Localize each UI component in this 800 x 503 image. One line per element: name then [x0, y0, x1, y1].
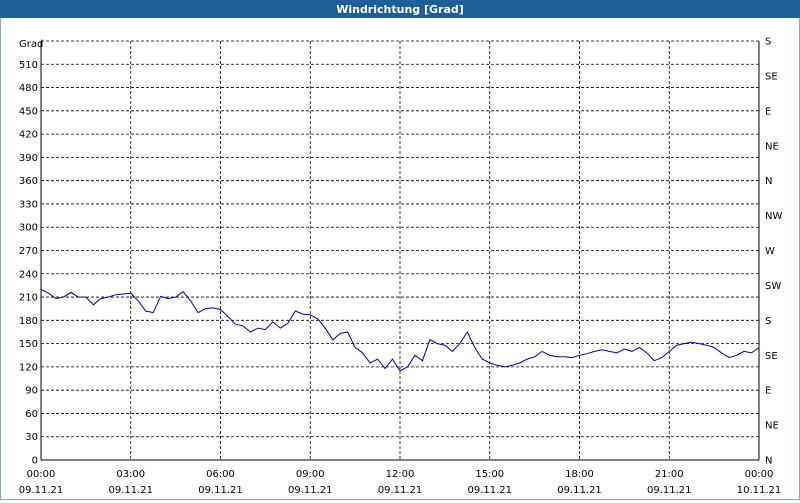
y-axis-title: Grad	[19, 39, 43, 50]
x-tick-date: 09.11.21	[467, 485, 512, 496]
x-tick-date: 09.11.21	[378, 485, 423, 496]
chart-title: Windrichtung [Grad]	[0, 0, 800, 18]
y-tick-label: 240	[19, 269, 38, 280]
x-tick-time: 15:00	[475, 469, 504, 480]
y-tick-label: 480	[19, 83, 38, 94]
compass-label: SE	[765, 71, 778, 82]
compass-label: NW	[765, 211, 782, 222]
compass-label: SE	[765, 351, 778, 362]
x-tick-time: 09:00	[296, 469, 325, 480]
y-tick-label: 30	[25, 432, 38, 443]
y-tick-label: 180	[19, 316, 38, 327]
y-tick-label: 360	[19, 176, 38, 187]
x-axis-labels: 00:00 09.11.21 03:00 09.11.21 06:00 09.11.21 0…	[19, 469, 782, 496]
y-tick-label: 210	[19, 293, 38, 304]
x-tick-date: 09.11.21	[288, 485, 333, 496]
compass-label: S	[765, 316, 771, 327]
x-tick-date: 10.11.21	[737, 485, 782, 496]
y-tick-label: 270	[19, 246, 38, 257]
compass-label: SW	[765, 281, 781, 292]
compass-label: NE	[765, 141, 779, 152]
grid-lines	[41, 40, 759, 460]
x-tick-time: 18:00	[565, 469, 594, 480]
x-tick-date: 09.11.21	[198, 485, 243, 496]
x-tick-time: 06:00	[206, 469, 235, 480]
chart-area: 0 30 60 90 120 150 180 210 240 270 300 330 360 390 420…	[0, 18, 800, 500]
line-chart: 0 30 60 90 120 150 180 210 240 270 300 330 360 390 420…	[19, 37, 783, 497]
x-tick-date: 09.11.21	[647, 485, 692, 496]
compass-label: NE	[765, 421, 779, 432]
compass-label: E	[765, 106, 771, 117]
x-tick-time: 21:00	[655, 469, 684, 480]
compass-label: E	[765, 386, 771, 397]
x-tick-date: 09.11.21	[19, 485, 64, 496]
y-axis-right-labels: N NE E SE S SW W NW N NE E SE S	[765, 37, 782, 467]
x-tick-date: 09.11.21	[557, 485, 602, 496]
y-axis-left-labels: 0 30 60 90 120 150 180 210 240 270 300 330 360 390 420…	[19, 60, 38, 467]
y-tick-label: 510	[19, 60, 38, 71]
y-tick-label: 60	[25, 409, 38, 420]
compass-label: W	[765, 246, 775, 257]
x-tick-time: 12:00	[386, 469, 415, 480]
y-tick-label: 300	[19, 223, 38, 234]
y-tick-label: 450	[19, 106, 38, 117]
x-tick-date: 09.11.21	[108, 485, 153, 496]
x-tick-time: 00:00	[745, 469, 774, 480]
y-tick-label: 330	[19, 199, 38, 210]
y-tick-label: 120	[19, 362, 38, 373]
compass-label: S	[765, 37, 771, 48]
y-tick-label: 0	[32, 456, 38, 467]
y-tick-label: 390	[19, 153, 38, 164]
x-tick-time: 03:00	[116, 469, 145, 480]
compass-label: N	[765, 456, 772, 467]
y-tick-label: 150	[19, 339, 38, 350]
y-tick-label: 420	[19, 130, 38, 141]
compass-label: N	[765, 176, 772, 187]
y-tick-label: 90	[25, 386, 38, 397]
x-tick-time: 00:00	[27, 469, 56, 480]
